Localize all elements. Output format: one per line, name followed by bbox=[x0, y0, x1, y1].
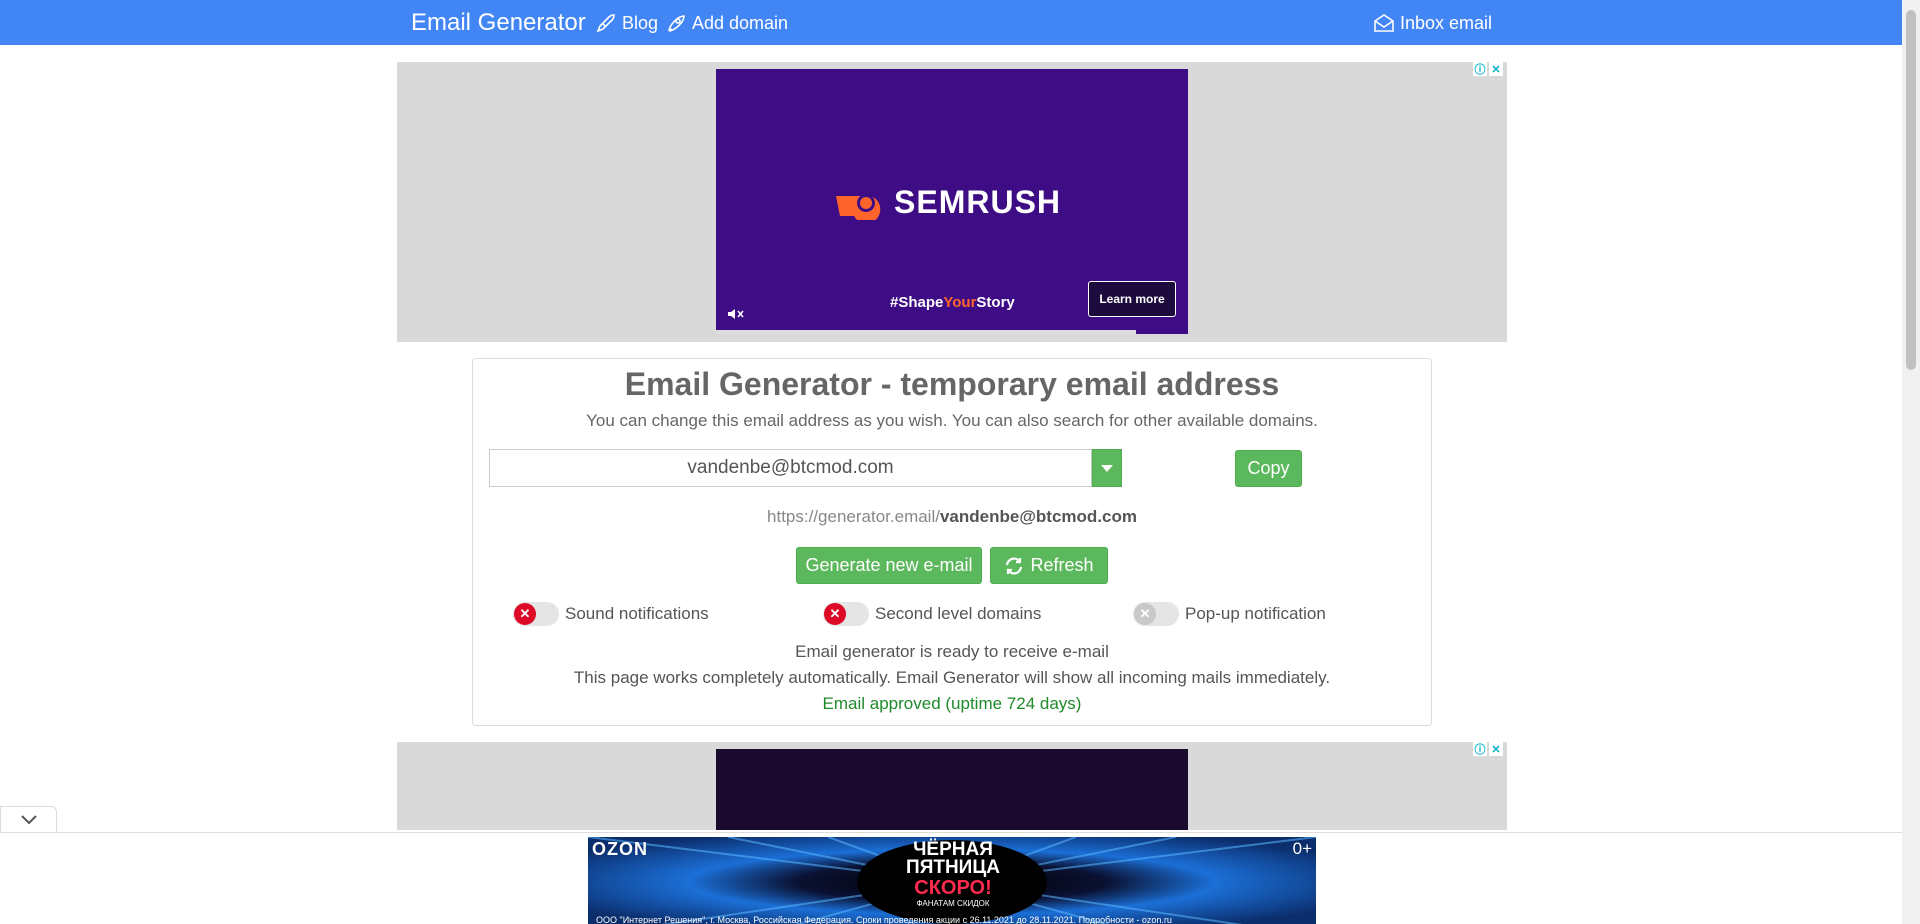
sound-notifications-label: Sound notifications bbox=[565, 604, 709, 623]
promo-line-3: ФАНАТАМ СКИДОК bbox=[916, 899, 990, 908]
nav-blog-label: Blog bbox=[622, 12, 659, 33]
nav-inbox-link[interactable]: Inbox email bbox=[1372, 11, 1492, 35]
domain-dropdown-button[interactable] bbox=[1092, 449, 1122, 487]
toggle-off-icon: ✕ bbox=[824, 603, 846, 625]
ad-info-icon[interactable]: ⓘ bbox=[1473, 742, 1487, 756]
second-level-domains-toggle-row: ✕ Second level domains bbox=[823, 602, 1041, 626]
email-generator-card: Email Generator - temporary email addres… bbox=[472, 358, 1432, 726]
ad-video-progress bbox=[716, 330, 1136, 334]
sound-notifications-toggle[interactable]: ✕ bbox=[513, 602, 559, 626]
tagline-highlight: Your bbox=[943, 294, 977, 311]
dark-ad-creative[interactable] bbox=[716, 749, 1188, 830]
ad-close-icon[interactable]: ✕ bbox=[1489, 742, 1503, 756]
status-auto: This page works completely automatically… bbox=[573, 668, 1331, 687]
sticky-bottom-ad: OZON 0+ ЧЁРНАЯ ПЯТНИЦА СКОРО! ФАНАТАМ СК… bbox=[0, 832, 1902, 924]
ozon-banner[interactable]: OZON 0+ ЧЁРНАЯ ПЯТНИЦА СКОРО! ФАНАТАМ СК… bbox=[588, 837, 1316, 924]
page-scrollbar[interactable] bbox=[1902, 0, 1920, 924]
semrush-ad[interactable]: SEMRUSH #ShapeYourStory Learn more bbox=[716, 69, 1188, 334]
ad-close-icon[interactable]: ✕ bbox=[1489, 62, 1503, 76]
status-ready: Email generator is ready to receive e-ma… bbox=[795, 642, 1109, 661]
promo-line-1: ЧЁРНАЯ ПЯТНИЦА bbox=[906, 839, 1000, 878]
ad-choices[interactable]: ⓘ ✕ bbox=[1473, 62, 1503, 76]
inbox-url[interactable]: https://generator.email/vandenbe@btcmod.… bbox=[473, 507, 1431, 527]
page-title: Email Generator - temporary email addres… bbox=[624, 366, 1280, 402]
nav-add-domain-link[interactable]: Add domain bbox=[664, 11, 788, 35]
refresh-icon bbox=[1006, 556, 1023, 575]
tagline-suffix: Story bbox=[976, 294, 1015, 311]
learn-more-button[interactable]: Learn more bbox=[1088, 281, 1176, 317]
nav-blog-link[interactable]: Blog bbox=[594, 11, 658, 35]
nav-add-domain-label: Add domain bbox=[692, 12, 789, 33]
popup-notification-toggle-row: ✕ Pop-up notification bbox=[1133, 602, 1326, 626]
tagline-prefix: #Shape bbox=[890, 294, 944, 311]
popup-notification-label: Pop-up notification bbox=[1185, 604, 1326, 623]
age-rating: 0+ bbox=[1292, 839, 1312, 858]
semrush-flame-icon bbox=[836, 193, 881, 220]
popup-notification-toggle[interactable]: ✕ bbox=[1133, 602, 1179, 626]
toggle-disabled-icon: ✕ bbox=[1134, 603, 1156, 625]
scrollbar-thumb[interactable] bbox=[1906, 10, 1916, 370]
top-navbar: Email Generator Blog Add domain Inbox em… bbox=[0, 0, 1902, 45]
ozon-legal-text: ООО "Интернет Решения", г. Москва, Росси… bbox=[596, 915, 1172, 924]
ad-info-icon[interactable]: ⓘ bbox=[1473, 62, 1487, 76]
sound-notifications-toggle-row: ✕ Sound notifications bbox=[513, 602, 709, 626]
refresh-button[interactable]: Refresh bbox=[990, 547, 1108, 584]
rocket-blog-icon bbox=[596, 14, 615, 33]
page-subtitle: You can change this email address as you… bbox=[586, 411, 1318, 430]
mute-icon[interactable] bbox=[726, 305, 744, 323]
ozon-logo: OZON bbox=[592, 839, 648, 859]
ad-tagline: #ShapeYourStory bbox=[890, 294, 1015, 311]
copy-button[interactable]: Copy bbox=[1235, 450, 1302, 487]
brand-link[interactable]: Email Generator bbox=[411, 9, 586, 37]
status-approved: Email approved (uptime 724 days) bbox=[822, 694, 1082, 713]
semrush-logo-group: SEMRUSH bbox=[834, 184, 1061, 221]
envelope-icon bbox=[1374, 14, 1394, 32]
second-level-domains-label: Second level domains bbox=[875, 604, 1042, 623]
ad-choices[interactable]: ⓘ ✕ bbox=[1473, 742, 1503, 756]
second-ad-slot: ⓘ ✕ bbox=[397, 742, 1507, 830]
caret-down-icon bbox=[1101, 464, 1113, 472]
rocket-icon bbox=[668, 15, 685, 32]
promo-line-2: СКОРО! bbox=[914, 877, 992, 899]
refresh-label: Refresh bbox=[1030, 555, 1094, 575]
email-address-input[interactable]: vandenbe@btcmod.com bbox=[489, 449, 1092, 487]
semrush-brand: SEMRUSH bbox=[894, 184, 1062, 220]
toggle-off-icon: ✕ bbox=[514, 603, 536, 625]
chevron-down-icon bbox=[20, 815, 37, 825]
ozon-promo-text: ЧЁРНАЯ ПЯТНИЦА СКОРО! ФАНАТАМ СКИДОК bbox=[878, 839, 1028, 908]
generate-new-email-button[interactable]: Generate new e-mail bbox=[796, 547, 982, 584]
nav-inbox-label: Inbox email bbox=[1400, 12, 1493, 33]
top-ad-slot: ⓘ ✕ SEMRUSH #ShapeYourStory Learn more bbox=[397, 62, 1507, 342]
inbox-url-prefix: https://generator.email/ bbox=[767, 507, 940, 526]
inbox-url-email: vandenbe@btcmod.com bbox=[939, 507, 1137, 526]
second-level-domains-toggle[interactable]: ✕ bbox=[823, 602, 869, 626]
sticky-ad-collapse-button[interactable] bbox=[0, 806, 57, 833]
